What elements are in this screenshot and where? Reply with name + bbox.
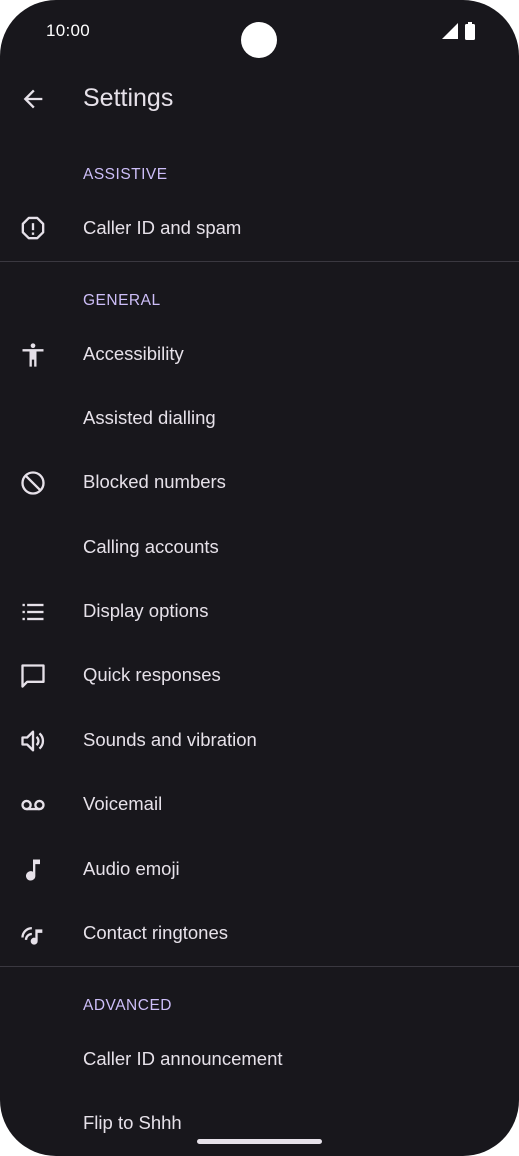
- setting-label: Quick responses: [83, 664, 221, 685]
- setting-quick-responses[interactable]: Quick responses: [0, 648, 519, 704]
- setting-label: Flip to Shhh: [83, 1112, 182, 1133]
- app-bar: Settings: [0, 72, 519, 128]
- setting-caller-id-announcement[interactable]: Caller ID announcement: [0, 1032, 519, 1088]
- block-icon: [21, 471, 45, 495]
- section-header-advanced: ADVANCED: [83, 997, 172, 1014]
- accessibility-icon: [22, 343, 44, 367]
- setting-label: Voicemail: [83, 793, 163, 814]
- setting-caller-id-and-spam[interactable]: Caller ID and spam: [0, 201, 519, 257]
- setting-label: Accessibility: [83, 343, 184, 364]
- setting-assisted-dialling[interactable]: Assisted dialling: [0, 391, 519, 447]
- page-title: Settings: [83, 84, 174, 112]
- setting-sounds-and-vibration[interactable]: Sounds and vibration: [0, 713, 519, 769]
- setting-label: Assisted dialling: [83, 407, 216, 428]
- section-header-assistive: ASSISTIVE: [83, 166, 168, 183]
- setting-label: Caller ID announcement: [83, 1048, 283, 1069]
- section-header-general: GENERAL: [83, 292, 161, 309]
- battery-icon: [465, 22, 475, 40]
- setting-label: Calling accounts: [83, 536, 219, 557]
- setting-label: Contact ringtones: [83, 922, 229, 943]
- camera-cutout: [241, 22, 277, 58]
- volume-icon: [21, 730, 45, 752]
- setting-label: Caller ID and spam: [83, 217, 242, 238]
- status-bar: 10:00: [0, 0, 519, 62]
- setting-contact-ringtones[interactable]: Contact ringtones: [0, 906, 519, 962]
- setting-audio-emoji[interactable]: Audio emoji: [0, 842, 519, 898]
- home-indicator[interactable]: [197, 1139, 322, 1144]
- status-time: 10:00: [46, 21, 91, 40]
- setting-label: Audio emoji: [83, 858, 180, 879]
- message-icon: [21, 664, 45, 688]
- signal-icon: [442, 23, 458, 39]
- setting-label: Display options: [83, 600, 209, 621]
- voicemail-icon: [21, 799, 45, 811]
- list-icon: [22, 603, 44, 621]
- setting-label: Blocked numbers: [83, 471, 226, 492]
- divider: [0, 966, 519, 967]
- setting-calling-accounts[interactable]: Calling accounts: [0, 520, 519, 576]
- setting-display-options[interactable]: Display options: [0, 584, 519, 640]
- setting-blocked-numbers[interactable]: Blocked numbers: [0, 455, 519, 511]
- ringtone-icon: [21, 927, 43, 945]
- setting-label: Sounds and vibration: [83, 729, 257, 750]
- divider: [0, 261, 519, 262]
- setting-accessibility[interactable]: Accessibility: [0, 327, 519, 383]
- alert-octagon-icon: [21, 216, 45, 240]
- phone-screen: 10:00 Settings ASSISTIVE Caller ID and s…: [0, 0, 519, 1156]
- back-arrow-icon[interactable]: [19, 85, 47, 113]
- setting-voicemail[interactable]: Voicemail: [0, 777, 519, 833]
- music-note-icon: [26, 859, 40, 881]
